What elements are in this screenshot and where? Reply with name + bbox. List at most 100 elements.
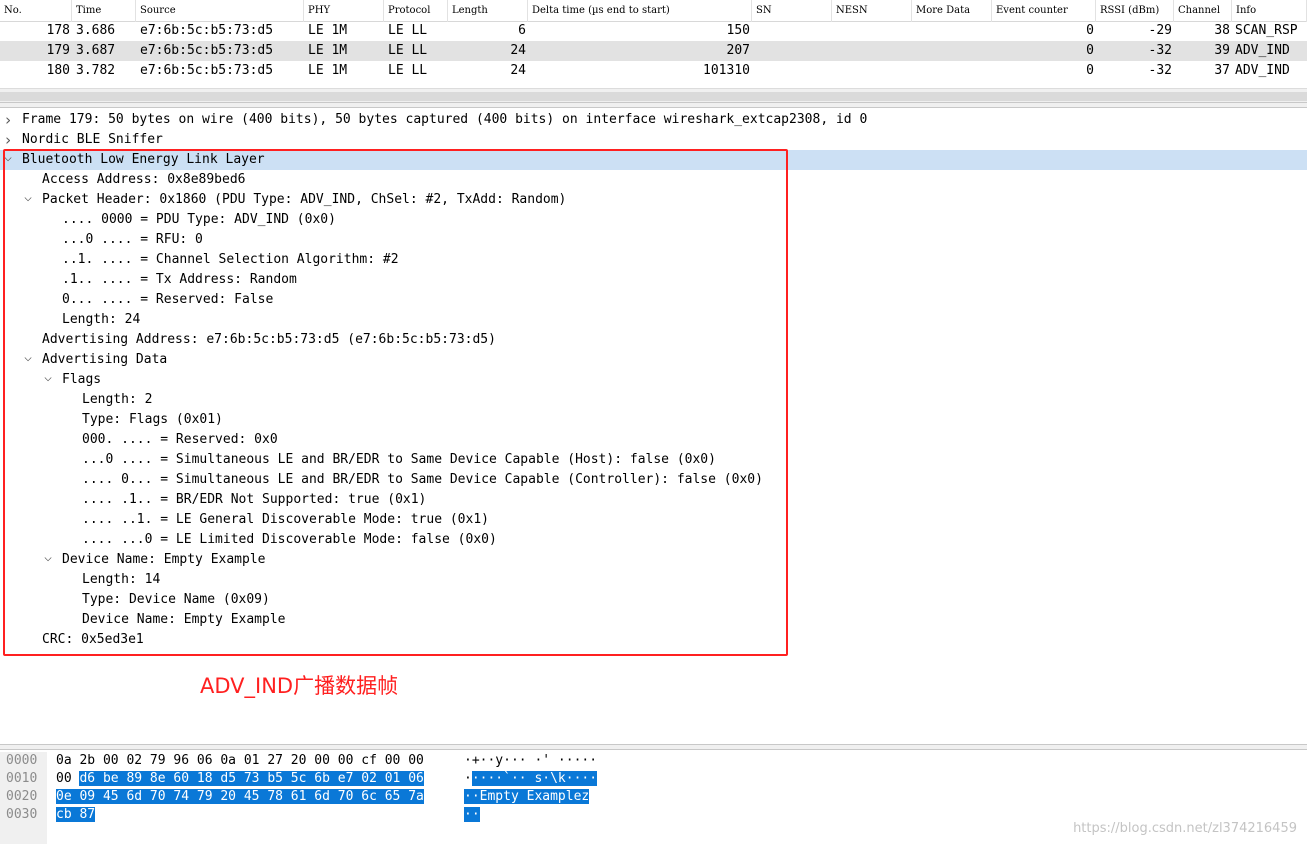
tree-node[interactable]: Type: Flags (0x01) (0, 410, 1307, 430)
tree-node-label: Access Address: 0x8e89bed6 (42, 172, 246, 187)
packet-cell-delta: 150 (726, 23, 750, 38)
packet-cell-source: e7:6b:5c:b5:73:d5 (140, 23, 274, 38)
packet-cell-source: e7:6b:5c:b5:73:d5 (140, 63, 274, 78)
packet-cell-no: 180 (46, 63, 70, 78)
byte-row: 0000 0a 2b 00 02 79 96 06 0a 01 27 20 00 … (0, 752, 1307, 770)
packet-cell-rssi: -32 (1148, 63, 1172, 78)
tree-node[interactable]: ⌵ Flags (0, 370, 1307, 390)
ascii-bytes-plain: ·+··y··· ·' ····· (464, 753, 598, 768)
column-header-delta[interactable]: Delta time (µs end to start) (528, 0, 752, 22)
tree-node[interactable]: Length: 14 (0, 570, 1307, 590)
chevron-down-icon[interactable]: ⌵ (21, 350, 35, 370)
packet-cell-no: 178 (46, 23, 70, 38)
packet-cell-time: 3.687 (76, 43, 116, 58)
ascii-bytes[interactable]: ·+··y··· ·' ····· (464, 752, 597, 770)
packet-cell-event: 0 (1086, 43, 1094, 58)
tree-node-label: .... 0000 = PDU Type: ADV_IND (0x0) (62, 212, 336, 227)
column-header-rssi[interactable]: RSSI (dBm) (1096, 0, 1174, 22)
packet-cell-length: 6 (518, 23, 526, 38)
hex-bytes[interactable]: 0a 2b 00 02 79 96 06 0a 01 27 20 00 00 c… (56, 752, 424, 770)
tree-node-label: .1.. .... = Tx Address: Random (62, 272, 297, 287)
column-header-channel[interactable]: Channel (1174, 0, 1232, 22)
hex-bytes[interactable]: cb 87 (56, 806, 96, 824)
tree-node[interactable]: Length: 2 (0, 390, 1307, 410)
tree-node-label: Device Name: Empty Example (82, 612, 286, 627)
chevron-down-icon[interactable]: ⌵ (41, 550, 55, 570)
tree-node[interactable]: ⌵ Advertising Data (0, 350, 1307, 370)
column-header-length[interactable]: Length (448, 0, 528, 22)
column-header-time[interactable]: Time (72, 0, 136, 22)
horizontal-scrollbar[interactable] (0, 88, 1307, 103)
tree-node-label: Packet Header: 0x1860 (PDU Type: ADV_IND… (42, 192, 567, 207)
tree-node[interactable]: ..1. .... = Channel Selection Algorithm:… (0, 250, 1307, 270)
tree-node[interactable]: CRC: 0x5ed3e1 (0, 630, 1307, 650)
chevron-down-icon[interactable]: ⌵ (41, 370, 55, 390)
tree-node[interactable]: ⌵ Device Name: Empty Example (0, 550, 1307, 570)
ascii-bytes[interactable]: ·· (464, 806, 480, 824)
tree-node[interactable]: .... .1.. = BR/EDR Not Supported: true (… (0, 490, 1307, 510)
byte-row: 0020 0e 09 45 6d 70 74 79 20 45 78 61 6d … (0, 788, 1307, 806)
packet-bytes-pane[interactable]: 0000 0a 2b 00 02 79 96 06 0a 01 27 20 00 … (0, 752, 1307, 844)
packet-cell-protocol: LE LL (388, 43, 428, 58)
tree-node[interactable]: Advertising Address: e7:6b:5c:b5:73:d5 (… (0, 330, 1307, 350)
tree-node[interactable]: .... ..1. = LE General Discoverable Mode… (0, 510, 1307, 530)
hex-bytes[interactable]: 0e 09 45 6d 70 74 79 20 45 78 61 6d 70 6… (56, 788, 424, 806)
tree-node-label: .... 0... = Simultaneous LE and BR/EDR t… (82, 472, 763, 487)
tree-node[interactable]: .... ...0 = LE Limited Discoverable Mode… (0, 530, 1307, 550)
tree-node-label: Flags (62, 372, 102, 387)
tree-node[interactable]: Access Address: 0x8e89bed6 (0, 170, 1307, 190)
packet-cell-info: SCAN_RSP (1235, 23, 1298, 38)
column-header-nesn[interactable]: NESN (832, 0, 912, 22)
column-header-event-counter[interactable]: Event counter (992, 0, 1096, 22)
tree-node-label: .... ...0 = LE Limited Discoverable Mode… (82, 532, 497, 547)
column-header-info[interactable]: Info (1232, 0, 1307, 22)
chevron-right-icon[interactable]: › (1, 110, 15, 130)
column-header-sn[interactable]: SN (752, 0, 832, 22)
packet-row[interactable]: 179 3.687 e7:6b:5c:b5:73:d5 LE 1M LE LL 24 207… (0, 41, 1307, 61)
tree-node-label: CRC: 0x5ed3e1 (42, 632, 144, 647)
column-header-source[interactable]: Source (136, 0, 304, 22)
packet-row[interactable]: 178 3.686 e7:6b:5c:b5:73:d5 LE 1M LE LL 6 150 0… (0, 21, 1307, 41)
ascii-bytes[interactable]: ·····`·· s·\k···· (464, 770, 598, 788)
packet-cell-length: 24 (510, 63, 526, 78)
ascii-bytes[interactable]: ··Empty Examplez (464, 788, 590, 806)
packet-cell-no: 179 (46, 43, 70, 58)
tree-node-label: 000. .... = Reserved: 0x0 (82, 432, 278, 447)
packet-cell-length: 24 (510, 43, 526, 58)
tree-node[interactable]: ⌵ Packet Header: 0x1860 (PDU Type: ADV_IN… (0, 190, 1307, 210)
column-header-more-data[interactable]: More Data (912, 0, 992, 22)
chevron-right-icon[interactable]: › (1, 130, 15, 150)
column-header-protocol[interactable]: Protocol (384, 0, 448, 22)
chevron-down-icon[interactable]: ⌵ (21, 190, 35, 210)
tree-node[interactable]: Device Name: Empty Example (0, 610, 1307, 630)
watermark: https://blog.csdn.net/zl374216459 (1073, 821, 1297, 836)
packet-list[interactable]: No. Time Source PHY Protocol Length Delt… (0, 0, 1307, 103)
pane-splitter-bottom[interactable] (0, 744, 1307, 750)
tree-node[interactable]: Length: 24 (0, 310, 1307, 330)
ascii-bytes-highlighted: ····`·· s·\k···· (471, 771, 598, 786)
tree-node-label: Device Name: Empty Example (62, 552, 266, 567)
column-header-phy[interactable]: PHY (304, 0, 384, 22)
tree-node-label: ...0 .... = Simultaneous LE and BR/EDR t… (82, 452, 716, 467)
chevron-down-icon[interactable]: ⌵ (1, 150, 15, 170)
tree-node[interactable]: ⌵ Bluetooth Low Energy Link Layer (0, 150, 1307, 170)
tree-node[interactable]: Type: Device Name (0x09) (0, 590, 1307, 610)
packet-details-tree[interactable]: › Frame 179: 50 bytes on wire (400 bits),… (0, 108, 1307, 744)
tree-node-label: Advertising Address: e7:6b:5c:b5:73:d5 (… (42, 332, 496, 347)
packet-cell-phy: LE 1M (308, 43, 348, 58)
packet-row[interactable]: 180 3.782 e7:6b:5c:b5:73:d5 LE 1M LE LL 24 101… (0, 61, 1307, 81)
column-header-no[interactable]: No. (0, 0, 72, 22)
tree-node[interactable]: .1.. .... = Tx Address: Random (0, 270, 1307, 290)
tree-node[interactable]: 0... .... = Reserved: False (0, 290, 1307, 310)
packet-cell-protocol: LE LL (388, 63, 428, 78)
tree-node[interactable]: .... 0000 = PDU Type: ADV_IND (0x0) (0, 210, 1307, 230)
tree-node[interactable]: › Nordic BLE Sniffer (0, 130, 1307, 150)
tree-node[interactable]: .... 0... = Simultaneous LE and BR/EDR t… (0, 470, 1307, 490)
tree-node[interactable]: › Frame 179: 50 bytes on wire (400 bits),… (0, 110, 1307, 130)
tree-node[interactable]: 000. .... = Reserved: 0x0 (0, 430, 1307, 450)
tree-node-label: Nordic BLE Sniffer (22, 132, 163, 147)
scrollbar-thumb[interactable] (0, 92, 1307, 101)
hex-bytes[interactable]: 00 d6 be 89 8e 60 18 d5 73 b5 5c 6b e7 0… (56, 770, 424, 788)
tree-node[interactable]: ...0 .... = RFU: 0 (0, 230, 1307, 250)
tree-node[interactable]: ...0 .... = Simultaneous LE and BR/EDR t… (0, 450, 1307, 470)
